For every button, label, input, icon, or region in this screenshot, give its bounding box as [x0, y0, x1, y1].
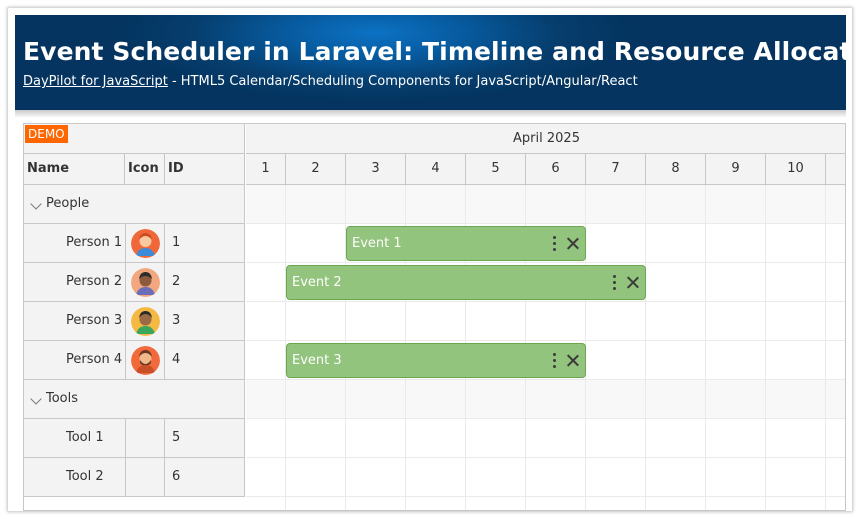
row-header-columns: Name Icon ID: [24, 154, 245, 185]
resource-id: 2: [172, 274, 181, 289]
close-icon[interactable]: [566, 237, 579, 250]
event-text: Event 2: [292, 275, 342, 290]
scheduler: DEMO Name Icon ID People Person 1 1 Person …: [23, 123, 846, 511]
grid-row[interactable]: [246, 185, 845, 224]
more-vertical-icon[interactable]: [553, 236, 557, 252]
day-header: 1: [246, 154, 286, 184]
resource-row[interactable]: Person 2 2: [24, 263, 245, 302]
grid-column-line: [825, 185, 826, 510]
day-header: 3: [346, 154, 406, 184]
avatar: [131, 307, 160, 336]
resource-name: Person 1: [66, 235, 123, 250]
avatar: [131, 229, 160, 258]
day-header: 7: [586, 154, 646, 184]
resource-name: Person 3: [66, 313, 123, 328]
resource-row[interactable]: Tool 1 5: [24, 419, 245, 458]
day-header: 2: [286, 154, 346, 184]
resource-id: 3: [172, 313, 181, 328]
resource-icon-cell: [125, 224, 165, 262]
resource-id: 1: [172, 235, 181, 250]
event-text: Event 1: [352, 236, 402, 251]
page-title: Event Scheduler in Laravel: Timeline and…: [23, 37, 846, 66]
resource-row[interactable]: Person 1 1: [24, 224, 245, 263]
resource-name: Tool 2: [66, 469, 104, 484]
event-text: Event 3: [292, 353, 342, 368]
event-box[interactable]: Event 3: [286, 343, 586, 378]
day-header: 8: [646, 154, 706, 184]
resource-id: 5: [172, 430, 181, 445]
resource-icon-cell: [125, 302, 165, 340]
chevron-down-icon[interactable]: [30, 393, 42, 405]
day-header: 6: [526, 154, 586, 184]
grid-column-line: [645, 185, 646, 510]
resource-id: 4: [172, 352, 181, 367]
page-subtitle: DayPilot for JavaScript - HTML5 Calendar…: [23, 74, 638, 89]
grid-column-line: [705, 185, 706, 510]
resource-row[interactable]: Person 4 4: [24, 341, 245, 380]
scheduler-corner: DEMO: [24, 124, 245, 154]
grid-row[interactable]: [246, 458, 845, 497]
resource-id: 6: [172, 469, 181, 484]
day-header: 9: [706, 154, 766, 184]
event-box[interactable]: Event 2: [286, 265, 646, 300]
chevron-down-icon[interactable]: [30, 198, 42, 210]
more-vertical-icon[interactable]: [553, 353, 557, 369]
group-row[interactable]: People: [24, 185, 245, 224]
column-header-name[interactable]: Name: [24, 154, 125, 184]
grid-row[interactable]: [246, 380, 845, 419]
demo-badge: DEMO: [25, 125, 68, 143]
avatar: [131, 346, 160, 375]
scheduler-grid[interactable]: Event 1 Event 2 Event 3: [246, 185, 845, 510]
day-header: 4: [406, 154, 466, 184]
day-header: 10: [766, 154, 826, 184]
more-vertical-icon[interactable]: [613, 275, 617, 291]
grid-row[interactable]: [246, 419, 845, 458]
day-header: 5: [466, 154, 526, 184]
resource-name: Person 2: [66, 274, 123, 289]
time-header-days: 1 2 3 4 5 6 7 8 9 10: [246, 154, 845, 185]
group-name: Tools: [46, 391, 79, 406]
time-header-month: April 2025: [246, 124, 845, 154]
group-name: People: [46, 196, 90, 211]
app-frame: Event Scheduler in Laravel: Timeline and…: [8, 8, 852, 511]
close-icon[interactable]: [626, 276, 639, 289]
resource-row[interactable]: Person 3 3: [24, 302, 245, 341]
resource-icon-cell: [125, 458, 165, 496]
resource-icon-cell: [125, 341, 165, 379]
resource-name: Person 4: [66, 352, 123, 367]
resource-icon-cell: [125, 419, 165, 457]
daypilot-link[interactable]: DayPilot for JavaScript: [23, 74, 168, 89]
grid-row[interactable]: [246, 302, 845, 341]
avatar: [131, 268, 160, 297]
event-box[interactable]: Event 1: [346, 226, 586, 261]
resource-row[interactable]: Tool 2 6: [24, 458, 245, 497]
column-header-icon[interactable]: Icon: [125, 154, 165, 184]
tagline: - HTML5 Calendar/Scheduling Components f…: [167, 74, 638, 89]
group-row[interactable]: Tools: [24, 380, 245, 419]
resource-icon-cell: [125, 263, 165, 301]
header-shadow: [15, 110, 846, 118]
page-header: Event Scheduler in Laravel: Timeline and…: [15, 15, 846, 110]
column-header-id[interactable]: ID: [165, 154, 245, 184]
close-icon[interactable]: [566, 354, 579, 367]
resource-name: Tool 1: [66, 430, 104, 445]
grid-column-line: [765, 185, 766, 510]
